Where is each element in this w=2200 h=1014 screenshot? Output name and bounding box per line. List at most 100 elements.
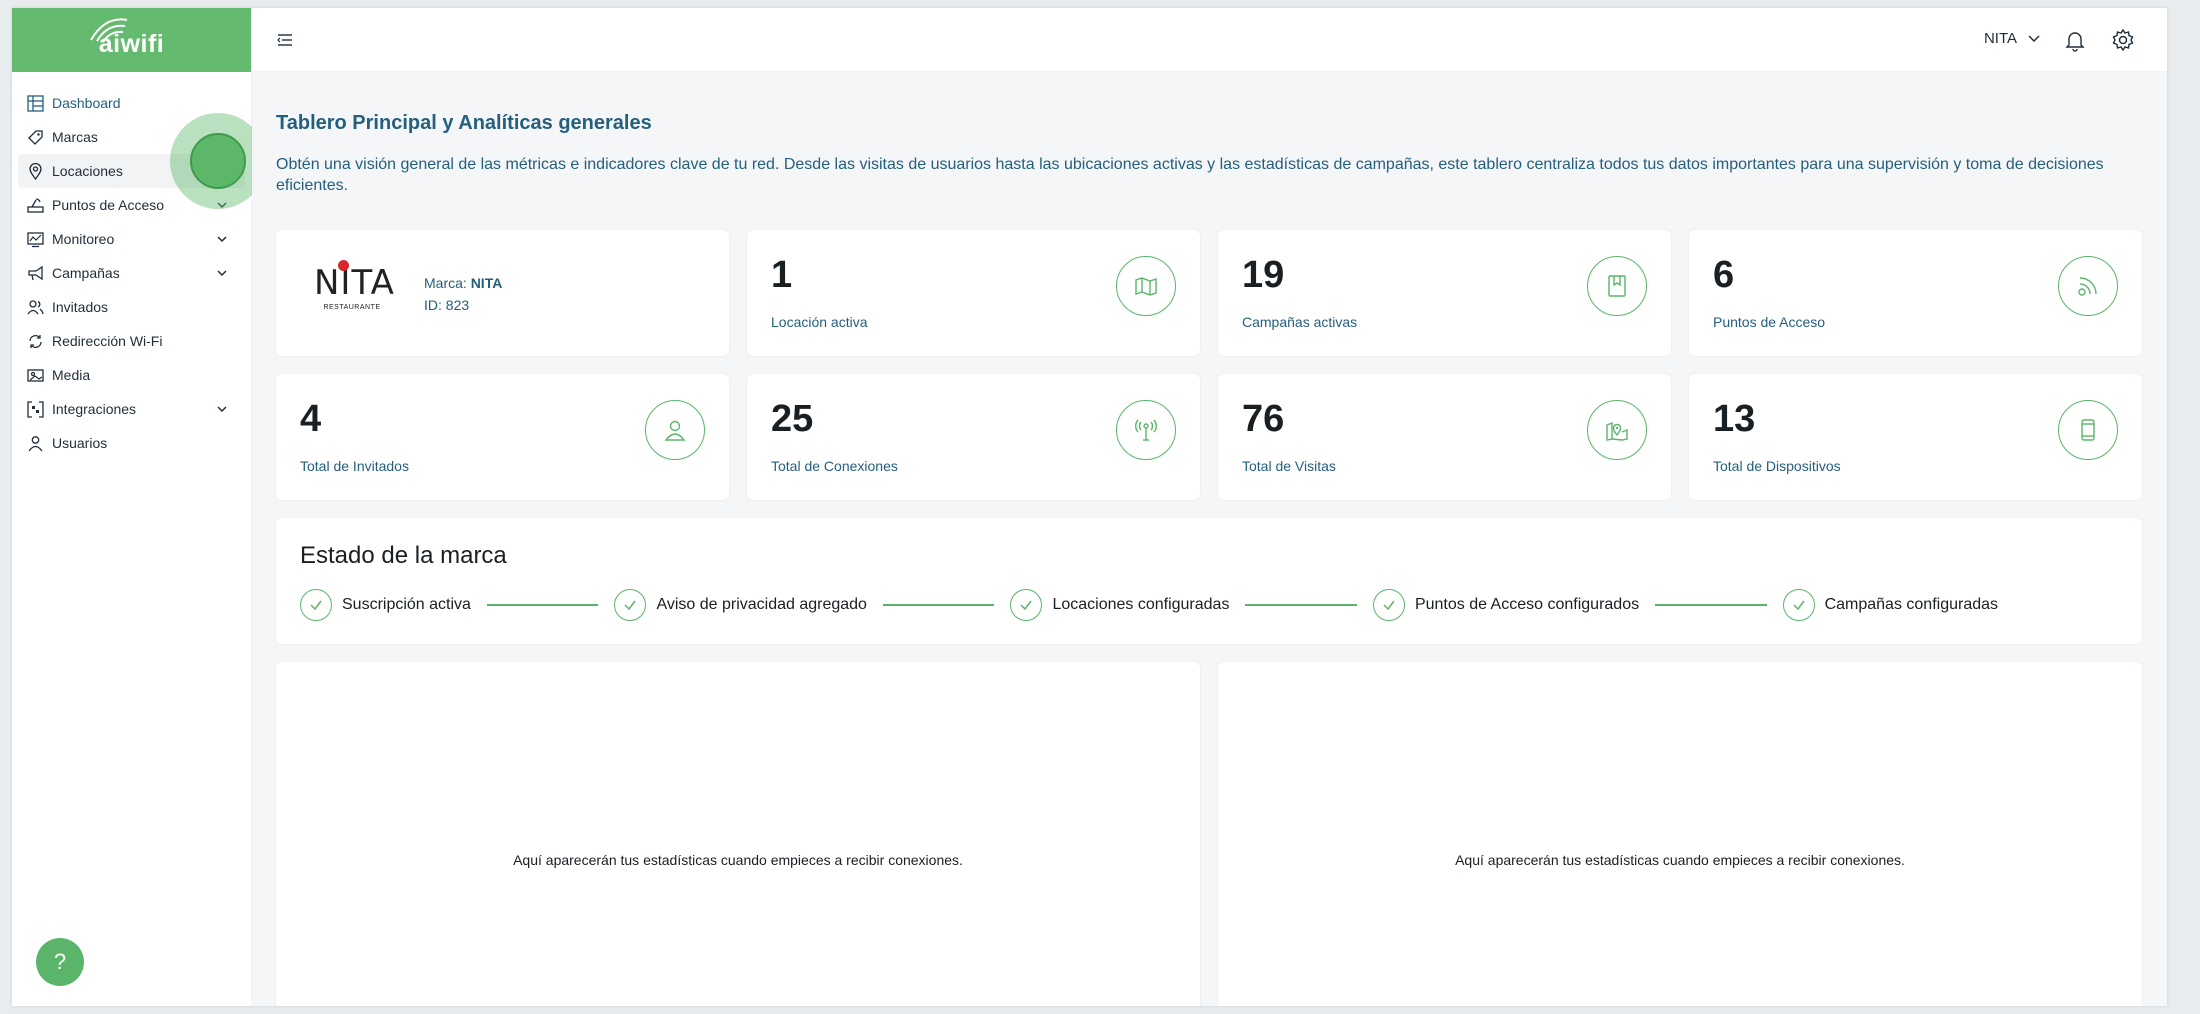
stat-card-locaciones: 1 Locación activa (747, 230, 1200, 356)
brand-name: NITA (470, 275, 503, 291)
topbar: NITA (252, 8, 2167, 72)
stat-value: 4 (300, 398, 322, 440)
map-pin-icon (1587, 400, 1647, 460)
phone-icon (2058, 400, 2118, 460)
sidebar-item-label: Locaciones (52, 163, 123, 179)
sidebar-item-label: Redirección Wi-Fi (52, 333, 163, 349)
brand-meta: Marca: NITA ID: 823 (424, 272, 502, 316)
status-step: Puntos de Acceso configurados (1372, 589, 1640, 621)
bell-icon[interactable] (2063, 28, 2087, 52)
sidebar-item-redireccion-wifi[interactable]: Redirección Wi-Fi (12, 324, 251, 358)
brand-logo-sub: RESTAURANTE (323, 304, 381, 311)
wifi-wave-icon (89, 17, 127, 43)
stat-card-dispositivos: 13 Total de Dispositivos (1689, 374, 2142, 500)
sidebar-item-label: Monitoreo (52, 231, 115, 247)
sidebar-item-invitados[interactable]: Invitados (12, 290, 251, 324)
step-connector (1655, 604, 1767, 606)
stat-label: Total de Dispositivos (1713, 458, 1841, 474)
megaphone-icon (26, 264, 44, 282)
stat-label: Total de Invitados (300, 458, 409, 474)
location-pin-icon (26, 162, 44, 180)
stat-card-invitados: 4 Total de Invitados (276, 374, 729, 500)
status-step-label: Locaciones configuradas (1052, 596, 1230, 613)
status-step: Locaciones configuradas (1010, 589, 1229, 621)
check-icon (1372, 589, 1405, 621)
gear-icon[interactable] (2111, 28, 2135, 52)
status-step-label: Suscripción activa (342, 596, 471, 613)
app-window: aiwifi Dashboard Marcas Locaciones Punto… (12, 8, 2167, 1006)
sidebar-item-campanas[interactable]: Campañas (12, 256, 251, 290)
step-connector (882, 604, 995, 606)
stat-card-puntos-acceso: 6 Puntos de Acceso (1689, 230, 2142, 356)
brand-status-steps: Suscripción activa Aviso de privacidad a… (300, 588, 2118, 622)
sidebar-item-monitoreo[interactable]: Monitoreo (12, 222, 251, 256)
user-icon (26, 434, 44, 452)
status-step: Campañas configuradas (1782, 589, 1999, 621)
stat-label: Puntos de Acceso (1713, 314, 1826, 330)
signal-icon (2058, 256, 2118, 316)
stat-label: Campañas activas (1242, 314, 1358, 330)
help-button[interactable]: ? (36, 938, 84, 986)
check-icon (1782, 589, 1815, 621)
sidebar-item-usuarios[interactable]: Usuarios (12, 426, 251, 460)
person-icon (645, 400, 705, 460)
stat-value: 13 (1713, 398, 1756, 440)
chevron-down-icon (2028, 34, 2040, 42)
check-icon (1010, 589, 1043, 621)
check-icon (614, 589, 647, 621)
brand-status-title: Estado de la marca (300, 542, 507, 569)
sidebar-item-media[interactable]: Media (12, 358, 251, 392)
logo-wrap: aiwifi (89, 17, 165, 59)
brand-select-value: NITA (1983, 30, 2017, 47)
sidebar-item-label: Marcas (52, 129, 98, 145)
brand-card: NITA RESTAURANTE Marca: NITA ID: 823 (276, 230, 729, 356)
status-step-label: Campañas configuradas (1824, 596, 1999, 613)
check-icon (300, 589, 332, 621)
stat-label: Total de Conexiones (771, 458, 898, 474)
bookmark-icon (1587, 256, 1647, 316)
chart-card-right: Aquí aparecerán tus estadísticas cuando … (1218, 662, 2142, 1006)
step-connector (486, 604, 599, 606)
status-step: Aviso de privacidad agregado (614, 589, 867, 621)
stat-label: Total de Visitas (1242, 458, 1336, 474)
stat-value: 76 (1242, 398, 1285, 440)
empty-state-message: Aquí aparecerán tus estadísticas cuando … (1455, 852, 1905, 868)
brand-id: ID: 823 (424, 297, 470, 313)
monitor-icon (26, 230, 44, 248)
integrations-icon (26, 400, 44, 418)
stat-card-campanas: 19 Campañas activas (1218, 230, 1671, 356)
page-title: Tablero Principal y Analíticas generales (276, 112, 652, 134)
chevron-down-icon[interactable] (215, 232, 229, 246)
status-step-label: Puntos de Acceso configurados (1414, 596, 1640, 613)
redirect-icon (26, 332, 44, 350)
brand-logo: NITA RESTAURANTE (314, 260, 394, 311)
map-icon (1116, 256, 1176, 316)
antenna-icon (1116, 400, 1176, 460)
status-step-label: Aviso de privacidad agregado (656, 596, 867, 613)
sidebar-item-label: Dashboard (52, 95, 121, 111)
brand-logo-dot (338, 260, 349, 271)
click-indicator-core (190, 133, 246, 189)
menu-toggle-icon[interactable] (276, 32, 294, 48)
sidebar-item-label: Invitados (52, 299, 109, 315)
empty-state-message: Aquí aparecerán tus estadísticas cuando … (513, 852, 963, 868)
sidebar-item-label: Campañas (52, 265, 120, 281)
sidebar-item-integraciones[interactable]: Integraciones (12, 392, 251, 426)
brand-logo-name: NITA (314, 260, 394, 302)
stat-value: 6 (1713, 254, 1735, 296)
brand-select[interactable]: NITA (1984, 30, 2041, 47)
stat-card-conexiones: 25 Total de Conexiones (747, 374, 1200, 500)
chevron-down-icon[interactable] (215, 266, 229, 280)
sidebar-item-label: Media (52, 367, 91, 383)
page-description: Obtén una visión general de las métricas… (276, 156, 2104, 194)
media-icon (26, 366, 44, 384)
brand-status-card: Estado de la marca Suscripción activa Av… (276, 518, 2142, 644)
step-connector (1245, 604, 1357, 606)
stat-value: 19 (1242, 254, 1285, 296)
stat-label: Locación activa (771, 314, 868, 330)
main-content: Tablero Principal y Analíticas generales… (252, 72, 2167, 1006)
logo[interactable]: aiwifi (12, 8, 251, 72)
status-step: Suscripción activa (300, 589, 471, 621)
dashboard-icon (26, 94, 44, 112)
chevron-down-icon[interactable] (215, 402, 229, 416)
